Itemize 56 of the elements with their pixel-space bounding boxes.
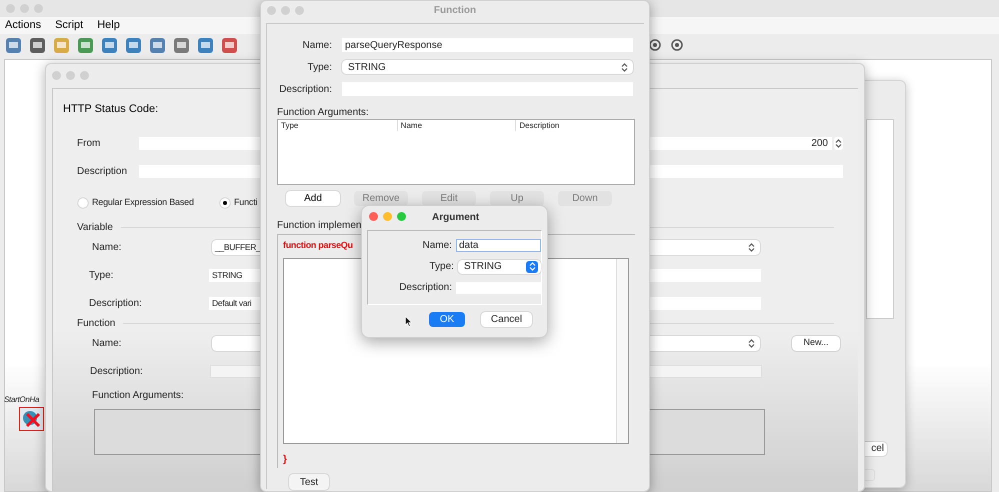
field-value: STRING [212, 268, 242, 282]
code-line: } [283, 452, 287, 466]
text-field[interactable]: data [456, 239, 541, 252]
section-heading: Function [77, 316, 116, 330]
window-title: Function [434, 4, 476, 18]
field-label: Name: [302, 38, 332, 52]
ok-button[interactable]: OK [429, 312, 465, 327]
stepper-icon [526, 260, 538, 272]
menu-item[interactable]: Help [97, 17, 120, 34]
column-header[interactable]: Description [515, 120, 634, 131]
text-field[interactable]: parseQueryResponse [342, 38, 633, 52]
field-value: STRING [348, 60, 386, 74]
field-value: __BUFFER_ [215, 240, 260, 254]
field-value: data [458, 239, 478, 253]
field-label: HTTP Status Code: [63, 102, 158, 117]
section-label: Function Arguments: [277, 106, 370, 119]
field-label: Type: [89, 268, 114, 282]
cancel-button[interactable]: Cancel [481, 312, 532, 327]
radio-label: Functi [234, 196, 258, 210]
field-value: STRING [464, 260, 502, 274]
mouse-pointer-icon [405, 316, 412, 327]
field-value: Default vari [212, 296, 252, 310]
node-label: StartOnHa [4, 395, 40, 405]
new-button[interactable]: New... [792, 336, 840, 350]
radio-label: Regular Expression Based [92, 196, 195, 210]
radio-button[interactable] [220, 198, 230, 208]
field-label: Name: [422, 239, 452, 253]
field-label: Type: [306, 60, 332, 74]
field-label: Function Arguments: [92, 388, 184, 402]
code-line: function parseQu [283, 239, 353, 252]
table-button[interactable]: Add [286, 191, 340, 206]
section-heading: Variable [77, 220, 113, 234]
test-button[interactable]: Test [289, 474, 329, 490]
field-label: Description: [90, 364, 144, 378]
dropdown[interactable]: STRING [458, 260, 541, 274]
menu-item[interactable]: Script [55, 17, 84, 34]
column-header[interactable]: Name [396, 120, 516, 131]
field-label: Description: [278, 82, 332, 96]
field-label: Description: [398, 281, 452, 295]
stepper-icon [834, 136, 843, 150]
dropdown[interactable]: STRING [342, 60, 633, 74]
window-controls[interactable] [369, 212, 406, 220]
field-label: Description: [89, 296, 143, 310]
field-value: 200 [811, 136, 828, 150]
section-label: Function implemen [277, 219, 362, 232]
error-node-icon[interactable] [19, 407, 44, 431]
field-label: Description [77, 164, 128, 178]
field-label: From [77, 136, 102, 150]
field-label: Type: [428, 260, 454, 274]
window-title: Argument [432, 211, 480, 225]
menu-item[interactable]: Actions [5, 17, 42, 34]
field-label: Name: [92, 240, 122, 254]
field-value: parseQueryResponse [345, 38, 442, 52]
field-label: Name: [92, 336, 122, 350]
radio-button[interactable] [78, 198, 88, 208]
column-header[interactable]: Type [278, 120, 397, 131]
